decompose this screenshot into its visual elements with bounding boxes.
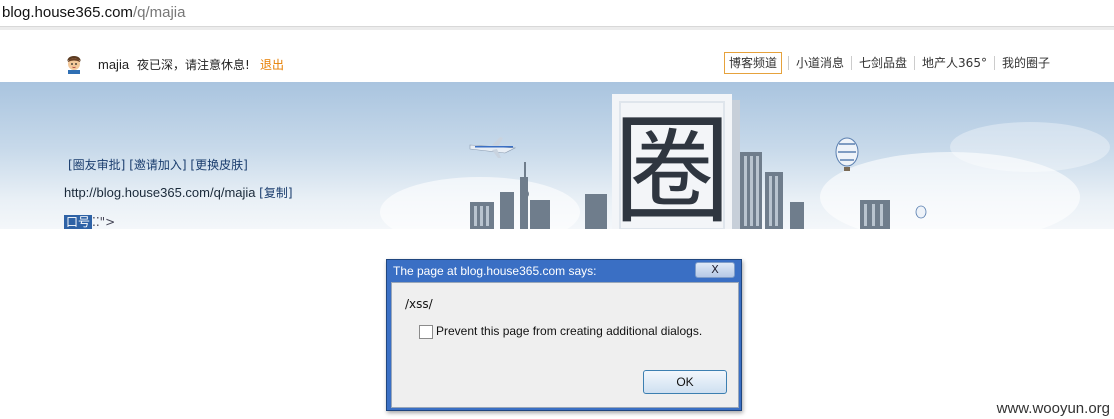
site-header: majia 夜已深，请注意休息! 退出 博客频道 小道消息 七剑品盘 地产人36… [0, 30, 1114, 82]
circle-admin-links: [圈友审批] [邀请加入] [更换皮肤] [68, 156, 248, 173]
alert-dialog: The page at blog.house365.com says: X /x… [386, 259, 742, 411]
nav-my-circle[interactable]: 我的圈子 [993, 56, 1057, 70]
change-skin-link[interactable]: [更换皮肤] [190, 158, 247, 172]
slogan-row: 口号 ⁚⁚"> [64, 213, 115, 229]
username[interactable]: majia [98, 57, 129, 72]
circle-character-sculpture: 圈 [612, 94, 740, 229]
nav-gossip[interactable]: 小道消息 [788, 56, 851, 70]
slogan-text: "> [99, 215, 116, 229]
watermark-text: www.wooyun.org [996, 400, 1110, 417]
greeting-text: 夜已深，请注意休息! [137, 58, 250, 72]
hot-air-balloon-icon [915, 205, 927, 219]
logout-link[interactable]: 退出 [260, 56, 284, 73]
invite-join-link[interactable]: [邀请加入] [129, 158, 186, 172]
copy-url-link[interactable]: [复制] [259, 186, 292, 200]
dialog-title: The page at blog.house365.com says: [393, 264, 597, 278]
dialog-close-button[interactable]: X [695, 262, 735, 278]
circle-banner: 圈 [圈友审批] [邀请加入] [更换皮肤] http://blog.house… [0, 82, 1114, 229]
nav-blog-channel[interactable]: 博客频道 [724, 52, 783, 74]
channel-nav: 博客频道 小道消息 七剑品盘 地产人365° 我的圈子 [724, 52, 1057, 74]
address-bar[interactable]: blog.house365.com/q/majia [0, 0, 1114, 27]
close-icon: X [711, 263, 719, 276]
dialog-message: /xss/ [405, 297, 433, 311]
address-path: /q/majia [132, 4, 186, 21]
blog-url: http://blog.house365.com/q/majia [64, 185, 256, 200]
ok-button[interactable]: OK [643, 370, 727, 394]
slogan-tag: 口号 [64, 215, 93, 229]
prevent-dialogs-checkbox[interactable] [419, 325, 433, 339]
nav-realestate-365[interactable]: 地产人365° [914, 56, 994, 70]
slogan-separator-icon: ⁚⁚ [92, 215, 100, 229]
address-host: blog.house365.com [2, 4, 133, 21]
prevent-dialogs-label[interactable]: Prevent this page from creating addition… [436, 324, 702, 338]
blog-url-row: http://blog.house365.com/q/majia [复制] [64, 184, 293, 201]
hot-air-balloon-icon [835, 137, 859, 171]
address-url[interactable]: blog.house365.com/q/majia [2, 4, 185, 21]
nav-qijian[interactable]: 七剑品盘 [851, 56, 914, 70]
airplane-icon [469, 137, 517, 158]
avatar-icon[interactable] [64, 54, 84, 74]
circle-approve-link[interactable]: [圈友审批] [68, 158, 125, 172]
dialog-body: /xss/ Prevent this page from creating ad… [391, 282, 739, 408]
big-char-text: 圈 [613, 102, 731, 229]
